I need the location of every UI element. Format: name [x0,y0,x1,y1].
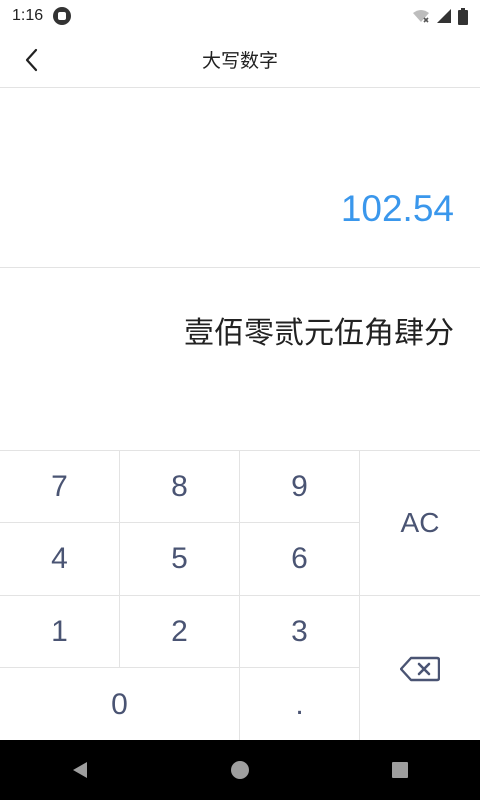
home-circle-icon [231,761,249,779]
backspace-button[interactable] [360,596,480,741]
status-time: 1:16 [12,7,44,24]
result-display: 壹佰零贰元伍角肆分 [0,268,480,450]
system-nav-bar [0,740,480,800]
key-5[interactable]: 5 [120,523,240,596]
result-text: 壹佰零贰元伍角肆分 [184,316,454,351]
nav-recents-button[interactable] [380,750,420,790]
key-4[interactable]: 4 [0,523,120,596]
key-3[interactable]: 3 [240,596,360,668]
battery-icon [458,7,468,25]
header-bar: 大写数字 [0,32,480,88]
key-decimal-point[interactable]: . [240,668,360,741]
clear-button[interactable]: AC [360,451,480,596]
input-value: 102.54 [340,188,454,229]
page-title: 大写数字 [201,50,278,72]
backspace-icon [400,656,440,681]
recents-square-icon [392,762,408,778]
key-1[interactable]: 1 [0,596,120,668]
wifi-off-icon [413,10,429,23]
key-9[interactable]: 9 [240,451,360,523]
status-right [412,7,468,25]
key-0[interactable]: 0 [0,668,240,741]
key-2[interactable]: 2 [120,596,240,668]
key-8[interactable]: 8 [120,451,240,523]
key-7[interactable]: 7 [0,451,120,523]
status-left: 1:16 [12,7,72,25]
key-6[interactable]: 6 [240,523,360,596]
nav-back-button[interactable] [60,750,100,790]
signal-icon [437,9,451,23]
back-triangle-icon [73,762,87,778]
input-display: 102.54 [0,88,480,268]
status-bar: 1:16 [0,0,480,32]
app-notification-icon [53,7,72,25]
nav-home-button[interactable] [220,750,260,790]
keypad: 7 8 9 AC 4 5 6 1 2 3 0 . [0,450,480,741]
back-button[interactable] [12,40,52,80]
chevron-left-icon [25,48,38,72]
